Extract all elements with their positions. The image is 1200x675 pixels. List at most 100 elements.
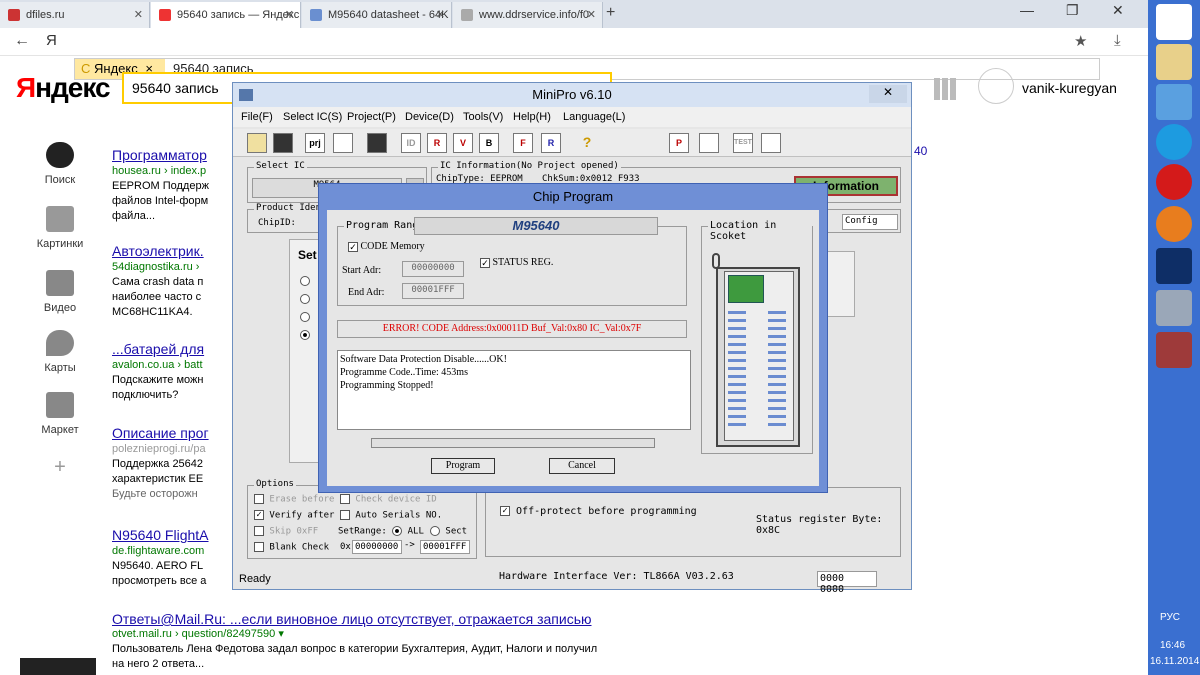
status-reg-checkbox[interactable]: ✓	[480, 257, 490, 268]
sidebar-item-images[interactable]: Картинки	[28, 206, 92, 250]
winrar-icon[interactable]	[1156, 332, 1192, 368]
close-tab-icon[interactable]: ✕	[587, 8, 596, 21]
close-tab-icon[interactable]: ✕	[436, 8, 445, 21]
clock-date[interactable]: 16.11.2014	[1150, 656, 1199, 667]
sidebar-item-more[interactable]: +	[28, 456, 92, 479]
menu-language[interactable]: Language(L)	[563, 111, 625, 123]
restore-icon[interactable]: ❐	[1066, 2, 1079, 19]
menu-help[interactable]: Help(H)	[513, 111, 551, 123]
range-all-radio[interactable]	[392, 526, 403, 536]
menu-select-ic[interactable]: Select IC(S)	[283, 111, 342, 123]
program-button[interactable]: Program	[431, 458, 495, 474]
fill-icon[interactable]: F	[513, 133, 533, 153]
p-icon[interactable]: P	[669, 133, 689, 153]
avatar[interactable]	[978, 68, 1014, 104]
project-icon[interactable]: prj	[305, 133, 325, 153]
result-title[interactable]: ...батарей для	[112, 340, 237, 358]
sidebar-item-maps[interactable]: Карты	[28, 330, 92, 374]
zapp-icon[interactable]	[1156, 124, 1192, 160]
result-title[interactable]: Описание прог	[112, 424, 237, 442]
edit-icon[interactable]	[699, 133, 719, 153]
result-url[interactable]: housea.ru › index.p	[112, 164, 237, 179]
read-icon[interactable]: R	[427, 133, 447, 153]
result-url[interactable]: 54diagnostika.ru ›	[112, 260, 237, 275]
range-from-field[interactable]: 00000000	[352, 540, 402, 554]
username[interactable]: vanik-kuregyan	[1022, 80, 1117, 96]
back-arrow-icon[interactable]: ←	[14, 32, 30, 50]
help-icon[interactable]: ?	[577, 133, 597, 153]
minipro-titlebar[interactable]: MiniPro v6.10 ✕	[233, 83, 911, 107]
menu-file[interactable]: File(F)	[241, 111, 273, 123]
check-device-id-checkbox[interactable]	[340, 494, 350, 504]
off-protect-checkbox[interactable]: ✓	[500, 506, 510, 516]
sidebar-item-search[interactable]: Поиск	[28, 142, 92, 186]
close-window-icon[interactable]: ✕	[1112, 2, 1124, 19]
code-memory-checkbox[interactable]: ✓	[348, 241, 358, 252]
verify-after-checkbox[interactable]: ✓	[254, 510, 264, 520]
close-tab-icon[interactable]: ✕	[134, 8, 143, 21]
file-explorer-icon[interactable]	[1156, 44, 1192, 80]
minipro-taskbar-icon[interactable]	[1156, 290, 1192, 326]
language-indicator[interactable]: РУС	[1160, 612, 1180, 623]
blank-check-checkbox[interactable]	[254, 542, 264, 552]
set-radio[interactable]	[300, 312, 310, 322]
yandex-logo[interactable]: Яндекс	[16, 72, 111, 104]
photoshop-icon[interactable]	[1156, 248, 1192, 284]
skip-ff-checkbox[interactable]	[254, 526, 264, 536]
menu-tools[interactable]: Tools(V)	[463, 111, 503, 123]
set-radio[interactable]	[300, 330, 310, 340]
erase-before-checkbox[interactable]	[254, 494, 264, 504]
minimize-icon[interactable]: —	[1020, 2, 1034, 18]
set-radio[interactable]	[300, 294, 310, 304]
test-icon[interactable]: TEST	[733, 133, 753, 153]
result-title[interactable]: Ответы@Mail.Ru: ...если виновное лицо от…	[112, 612, 672, 627]
socket-icon[interactable]	[761, 133, 781, 153]
read-id-icon[interactable]: ID	[401, 133, 421, 153]
close-icon[interactable]: ✕	[869, 85, 907, 103]
result-title[interactable]: N95640 FlightA	[112, 526, 237, 544]
tab-datasheet[interactable]: M95640 datasheet - 64K ✕	[302, 2, 452, 28]
tab-yandex[interactable]: 95640 запись — Яндекс ✕	[151, 2, 301, 28]
range-to-field[interactable]: 00001FFF	[420, 540, 470, 554]
windows-logo-icon[interactable]	[1156, 4, 1192, 40]
tab-config[interactable]: Config	[842, 214, 898, 230]
bookmark-star-icon[interactable]: ★	[1074, 32, 1087, 50]
result-url[interactable]: de.flightaware.com	[112, 544, 237, 559]
yandex-home-icon[interactable]: Я	[46, 32, 57, 49]
set-radio[interactable]	[300, 276, 310, 286]
tab-dfiles[interactable]: dfiles.ru ✕	[0, 2, 150, 28]
result-url[interactable]: avalon.co.ua › batt	[112, 358, 237, 373]
result-title[interactable]: Программатор	[112, 146, 237, 164]
open-icon[interactable]	[247, 133, 267, 153]
program-log[interactable]: Software Data Protection Disable......OK…	[337, 350, 691, 430]
range-sect-radio[interactable]	[430, 526, 440, 536]
start-address-field[interactable]: 00000000	[402, 261, 464, 277]
apps-grid-icon[interactable]	[934, 78, 956, 100]
tab-ddrservice[interactable]: www.ddrservice.info/f0 ✕	[453, 2, 603, 28]
auto-serials-checkbox[interactable]	[340, 510, 350, 520]
blank-check-icon[interactable]: B	[479, 133, 499, 153]
menu-project[interactable]: Project(P)	[347, 111, 396, 123]
save-icon[interactable]	[273, 133, 293, 153]
network-app-icon[interactable]	[1156, 84, 1192, 120]
download-icon[interactable]: ⤓	[1114, 32, 1121, 49]
dialog-titlebar[interactable]: Chip Program	[319, 184, 827, 210]
hardware-interface: Hardware Interface Ver: TL866A V03.2.63	[499, 571, 734, 582]
save-project-icon[interactable]	[333, 133, 353, 153]
clock-time[interactable]: 16:46	[1160, 640, 1185, 651]
result-url[interactable]: otvet.mail.ru › question/82497590 ▾	[112, 627, 672, 642]
end-address-field[interactable]: 00001FFF	[402, 283, 464, 299]
r-icon[interactable]: R	[541, 133, 561, 153]
close-tab-icon[interactable]: ✕	[285, 8, 294, 21]
result-title[interactable]: Автоэлектрик.	[112, 242, 237, 260]
result-url[interactable]: polezniepr​ogi.ru/pa	[112, 442, 237, 457]
cancel-button[interactable]: Cancel	[549, 458, 615, 474]
new-tab-button[interactable]: +	[606, 4, 615, 22]
chip-icon[interactable]	[367, 133, 387, 153]
firefox-icon[interactable]	[1156, 206, 1192, 242]
menu-device[interactable]: Device(D)	[405, 111, 454, 123]
verify-icon[interactable]: V	[453, 133, 473, 153]
sidebar-item-market[interactable]: Маркет	[28, 392, 92, 436]
yandex-browser-icon[interactable]	[1156, 164, 1192, 200]
sidebar-item-video[interactable]: Видео	[28, 270, 92, 314]
